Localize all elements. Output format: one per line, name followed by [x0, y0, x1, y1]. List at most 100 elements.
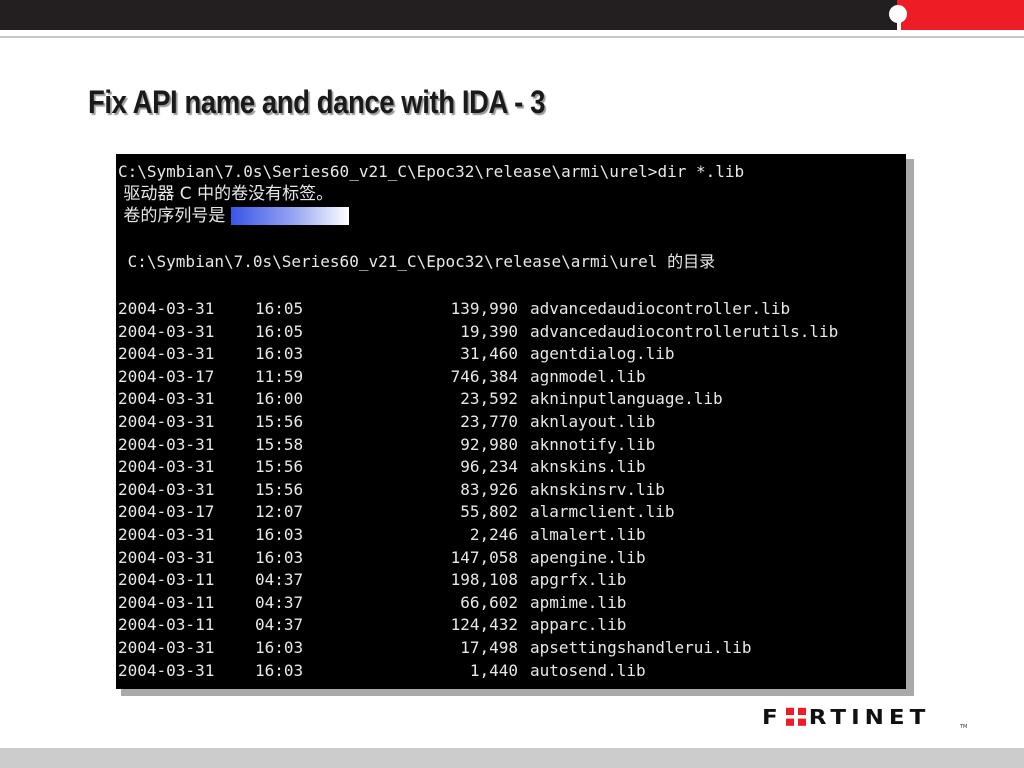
file-time: 16:03 [255, 547, 304, 567]
file-row: 2004-03-31 16:03 147,058 apengine.lib [118, 547, 904, 570]
file-row: 2004-03-31 15:56 23,770 aknlayout.lib [118, 411, 904, 434]
file-time: 16:05 [255, 299, 304, 318]
file-time: 16:03 [255, 524, 304, 544]
file-time: 16:03 [255, 637, 304, 657]
file-size: 96,234 [460, 457, 518, 477]
file-time: 16:00 [255, 389, 304, 409]
file-size: 139,990 [450, 299, 518, 318]
file-row: 2004-03-31 16:03 31,460 agentdialog.lib [118, 343, 904, 366]
file-size: 17,498 [460, 637, 518, 657]
header-accent-bar [897, 0, 1024, 30]
file-row: 2004-03-31 15:56 83,926 aknskinsrv.lib [118, 479, 904, 502]
file-row: 2004-03-17 11:59 746,384 agnmodel.lib [118, 366, 904, 389]
file-name: agnmodel.lib [530, 366, 646, 386]
file-row: 2004-03-31 16:05 19,390 advancedaudiocontro… [118, 321, 904, 344]
file-size: 83,926 [460, 479, 518, 499]
serial-number-redaction [231, 207, 350, 225]
file-size: 1,440 [469, 660, 518, 680]
header-bar [0, 0, 1024, 30]
file-size: 124,432 [450, 615, 518, 635]
file-row: 2004-03-31 16:00 23,592 akninputlanguage.li… [118, 388, 904, 411]
fortinet-logo: F RTINET TM [762, 706, 972, 730]
file-name: aknskins.lib [530, 457, 646, 477]
file-size: 23,592 [460, 389, 518, 409]
file-time: 15:56 [255, 479, 304, 499]
file-date: 2004-03-31 [118, 660, 215, 680]
file-size: 19,390 [460, 321, 518, 341]
logo-wordmark: F RTINET [762, 706, 930, 729]
file-name: aknlayout.lib [530, 411, 656, 431]
file-size: 31,460 [460, 344, 518, 364]
file-time: 16:05 [255, 321, 304, 341]
logo-trademark: TM [960, 724, 968, 730]
file-name: advancedaudiocontroller.lib [530, 299, 791, 318]
file-listing: 2004-03-31 16:05 139,990 advancedaudiocontr… [118, 298, 904, 682]
file-name: apsettingshandlerui.lib [530, 637, 752, 657]
file-date: 2004-03-31 [118, 299, 215, 318]
file-date: 2004-03-31 [118, 479, 215, 499]
file-time: 04:37 [255, 592, 304, 612]
console-command-line: C:\Symbian\7.0s\Series60_v21_C\Epoc32\re… [118, 162, 745, 181]
file-date: 2004-03-17 [118, 502, 215, 522]
file-row: 2004-03-31 16:03 2,246 almalert.lib [118, 524, 904, 547]
file-row: 2004-03-31 16:05 139,990 advancedaudiocontr… [118, 298, 904, 321]
file-time: 04:37 [255, 570, 304, 590]
file-row: 2004-03-11 04:37 198,108 apgrfx.lib [118, 569, 904, 592]
file-date: 2004-03-31 [118, 434, 215, 454]
file-time: 15:56 [255, 411, 304, 431]
file-time: 11:59 [255, 366, 304, 386]
slide-title: Fix API name and dance with IDA - 3 [88, 84, 545, 120]
file-date: 2004-03-31 [118, 457, 215, 477]
file-name: agentdialog.lib [530, 344, 675, 364]
file-name: alarmclient.lib [530, 502, 675, 522]
file-size: 147,058 [450, 547, 518, 567]
file-time: 15:56 [255, 457, 304, 477]
header-divider [0, 36, 1024, 38]
file-name: apengine.lib [530, 547, 646, 567]
logo-text-prefix: F [762, 706, 783, 730]
file-name: advancedaudiocontrollerutils.lib [530, 321, 839, 341]
file-name: akninputlanguage.lib [530, 389, 723, 409]
file-size: 23,770 [460, 411, 518, 431]
file-row: 2004-03-11 04:37 66,602 apmime.lib [118, 592, 904, 615]
file-name: aknskinsrv.lib [530, 479, 665, 499]
file-size: 55,802 [460, 502, 518, 522]
console-screenshot: C:\Symbian\7.0s\Series60_v21_C\Epoc32\re… [116, 154, 906, 689]
console-serial-line: 卷的序列号是 [118, 205, 350, 227]
file-name: almalert.lib [530, 524, 646, 544]
file-date: 2004-03-31 [118, 637, 215, 657]
console-serial-label: 卷的序列号是 [118, 206, 226, 226]
file-date: 2004-03-11 [118, 615, 215, 635]
file-name: apparc.lib [530, 615, 627, 635]
file-date: 2004-03-11 [118, 592, 215, 612]
console-directory-path: C:\Symbian\7.0s\Series60_v21_C\Epoc32\re… [118, 252, 716, 271]
file-size: 92,980 [460, 434, 518, 454]
file-date: 2004-03-31 [118, 389, 215, 409]
file-time: 12:07 [255, 502, 304, 522]
logo-text-suffix: RTINET [808, 706, 931, 730]
file-size: 2,246 [469, 524, 518, 544]
file-date: 2004-03-31 [118, 321, 215, 341]
console-volume-line: 驱动器 C 中的卷没有标签。 [118, 184, 334, 204]
logo-o-glyph [785, 707, 806, 726]
file-name: aknnotify.lib [530, 434, 656, 454]
file-name: apgrfx.lib [530, 570, 627, 590]
file-row: 2004-03-31 15:56 96,234 aknskins.lib [118, 456, 904, 479]
file-date: 2004-03-17 [118, 366, 215, 386]
console-directory-line: C:\Symbian\7.0s\Series60_v21_C\Epoc32\re… [118, 251, 715, 273]
file-date: 2004-03-31 [118, 411, 215, 431]
file-date: 2004-03-31 [118, 344, 215, 364]
file-size: 66,602 [460, 592, 518, 612]
file-time: 15:58 [255, 434, 304, 454]
file-name: apmime.lib [530, 592, 627, 612]
footer-bar [0, 748, 1024, 768]
file-time: 16:03 [255, 344, 304, 364]
file-date: 2004-03-31 [118, 524, 215, 544]
file-row: 2004-03-31 16:03 1,440 autosend.lib [118, 660, 904, 683]
file-time: 04:37 [255, 615, 304, 635]
file-row: 2004-03-11 04:37 124,432 apparc.lib [118, 614, 904, 637]
file-date: 2004-03-11 [118, 570, 215, 590]
file-name: autosend.lib [530, 660, 646, 680]
file-size: 198,108 [450, 570, 518, 590]
file-time: 16:03 [255, 660, 304, 680]
